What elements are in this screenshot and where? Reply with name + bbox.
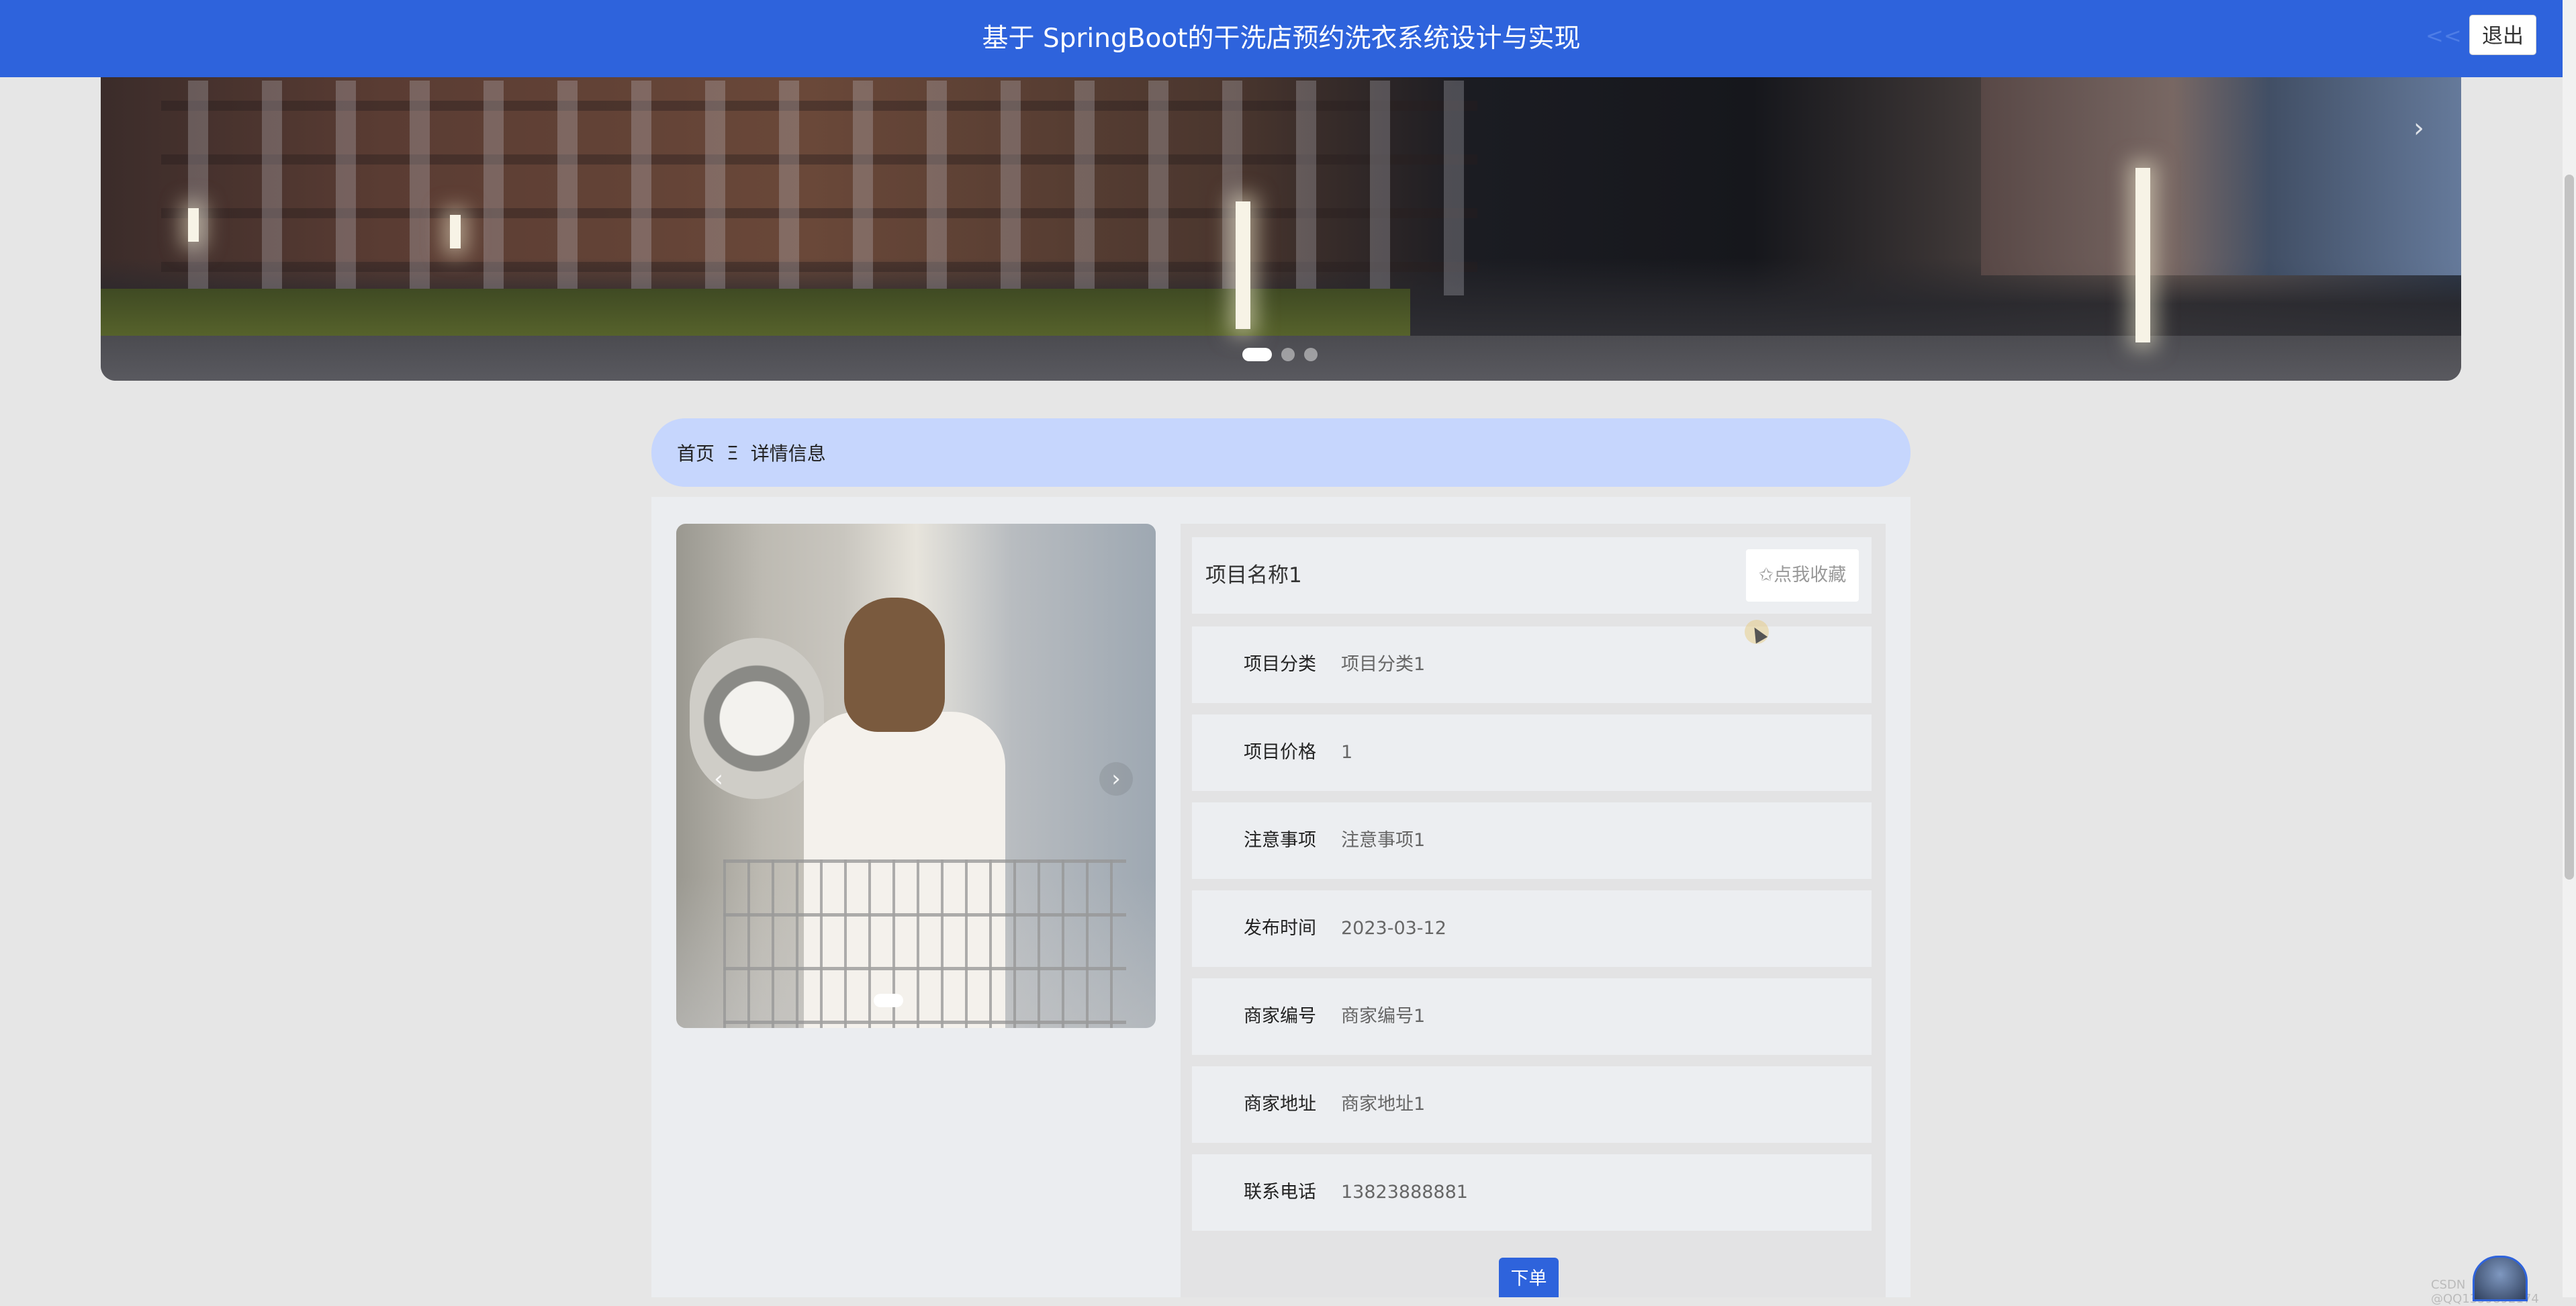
banner-indicator[interactable] — [1242, 348, 1272, 361]
detail-row-merchant-id: 商家编号 商家编号1 — [1192, 978, 1872, 1055]
detail-row-notes: 注意事项 注意事项1 — [1192, 802, 1872, 879]
banner-lawn — [101, 289, 1410, 336]
field-label: 联系电话 — [1244, 1182, 1316, 1203]
field-value: 1 — [1341, 742, 1353, 763]
field-value: 注意事项1 — [1341, 830, 1426, 851]
field-label: 商家编号 — [1244, 1006, 1316, 1027]
field-value: 商家地址1 — [1341, 1094, 1426, 1115]
banner-lamp — [2135, 168, 2150, 342]
item-name: 项目名称1 — [1205, 563, 1302, 588]
gallery-indicators — [874, 994, 903, 1007]
field-label: 项目分类 — [1244, 654, 1316, 675]
detail-row-phone: 联系电话 13823888881 — [1192, 1154, 1872, 1231]
banner-lamp — [450, 215, 461, 248]
detail-row-merchant-address: 商家地址 商家地址1 — [1192, 1066, 1872, 1143]
breadcrumb: 首页 Ξ 详情信息 — [651, 418, 1911, 487]
page-scrollbar[interactable] — [2563, 0, 2576, 1297]
gallery-next-arrow-icon[interactable]: › — [1099, 762, 1133, 796]
collapse-indicator: << — [2426, 23, 2462, 48]
order-button[interactable]: 下单 — [1499, 1258, 1559, 1297]
banner-indicator[interactable] — [1281, 348, 1295, 361]
top-navbar: 基于 SpringBoot的干洗店预约洗衣系统设计与实现 << 退出 — [0, 0, 2563, 77]
detail-row-publish-time: 发布时间 2023-03-12 — [1192, 890, 1872, 967]
breadcrumb-home-link[interactable]: 首页 — [677, 439, 715, 466]
breadcrumb-current: 详情信息 — [750, 442, 826, 465]
gallery-laundry-cart — [723, 859, 1126, 1028]
hero-carousel: › — [101, 74, 2461, 381]
app-title: 基于 SpringBoot的干洗店预约洗衣系统设计与实现 — [982, 24, 1581, 54]
gallery-person-hair — [844, 598, 945, 732]
banner-lamp — [188, 208, 199, 242]
product-image-carousel: ‹ › — [676, 524, 1156, 1028]
gallery-indicator[interactable] — [874, 994, 903, 1007]
field-label: 商家地址 — [1244, 1094, 1316, 1115]
field-value: 商家编号1 — [1341, 1006, 1426, 1027]
floating-avatar[interactable] — [2473, 1256, 2528, 1301]
field-label: 项目价格 — [1244, 742, 1316, 763]
banner-lamp — [1236, 201, 1250, 329]
field-value: 13823888881 — [1341, 1182, 1468, 1203]
banner-indicators — [1242, 348, 1318, 361]
field-value: 2023-03-12 — [1341, 918, 1446, 939]
scrollbar-thumb[interactable] — [2565, 175, 2574, 880]
gallery-prev-arrow-icon[interactable]: ‹ — [702, 762, 735, 796]
field-value: 项目分类1 — [1341, 654, 1426, 675]
detail-row-price: 项目价格 1 — [1192, 714, 1872, 791]
banner-glass-building — [1981, 74, 2461, 275]
banner-indicator[interactable] — [1304, 348, 1318, 361]
favorite-button[interactable]: ✩点我收藏 — [1746, 549, 1859, 602]
breadcrumb-separator-icon: Ξ — [727, 441, 739, 464]
field-label: 发布时间 — [1244, 918, 1316, 939]
item-name-card: 项目名称1 ✩点我收藏 — [1192, 537, 1872, 614]
banner-next-arrow-icon[interactable]: › — [2413, 113, 2424, 144]
detail-row-category: 项目分类 项目分类1 — [1192, 626, 1872, 703]
logout-button[interactable]: 退出 — [2469, 15, 2536, 55]
field-label: 注意事项 — [1244, 830, 1316, 851]
banner-building — [161, 81, 1477, 295]
